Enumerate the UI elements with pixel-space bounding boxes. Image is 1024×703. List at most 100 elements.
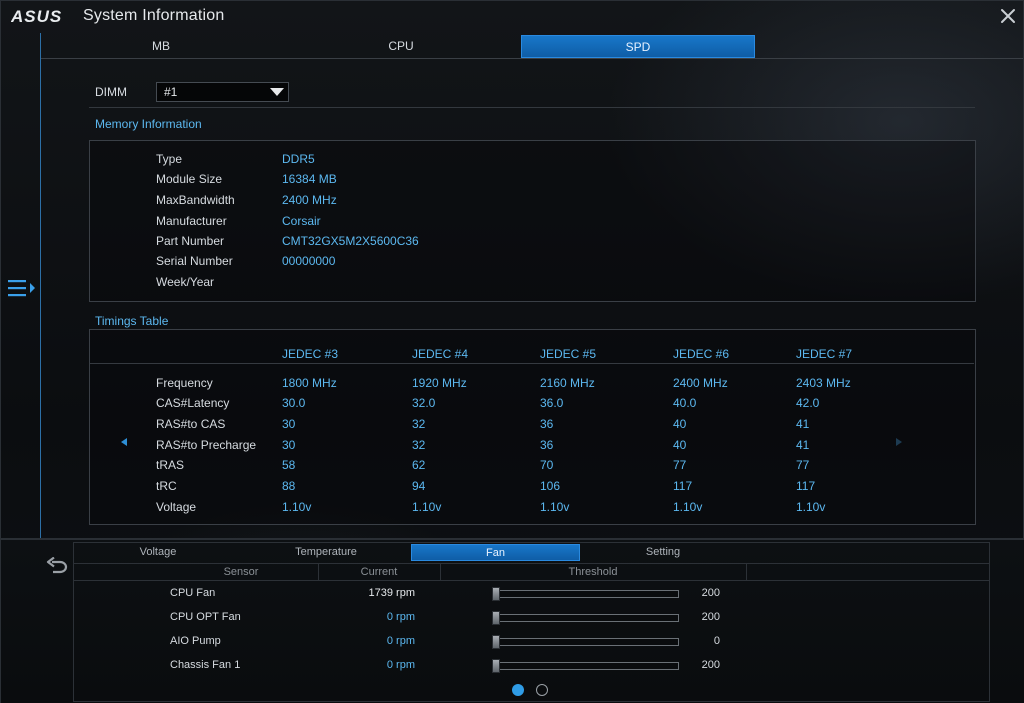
- tab-cpu[interactable]: CPU: [281, 35, 521, 58]
- table-cell: 32: [412, 417, 426, 431]
- chevron-down-icon: [270, 88, 284, 96]
- row-label-cas-latency: CAS#Latency: [156, 396, 230, 410]
- table-cell: 1800 MHz: [282, 376, 337, 390]
- threshold-slider-track[interactable]: [494, 590, 679, 598]
- table-cell: 40: [673, 438, 687, 452]
- col-header-jedec-7: JEDEC #7: [796, 347, 853, 361]
- threshold-slider-handle[interactable]: [492, 611, 500, 625]
- tab-voltage[interactable]: Voltage: [75, 544, 241, 561]
- mi-value-type: DDR5: [282, 152, 315, 166]
- table-cell: 1.10v: [796, 500, 826, 514]
- tab-fan[interactable]: Fan: [411, 544, 580, 561]
- threshold-slider-handle[interactable]: [492, 587, 500, 601]
- fan-current-cpu-opt-fan: 0 rpm: [386, 611, 415, 623]
- table-cell: 30: [282, 417, 296, 431]
- fan-name-cpu-fan: CPU Fan: [170, 587, 216, 599]
- page-dot-1[interactable]: [512, 684, 524, 696]
- threshold-slider-handle[interactable]: [492, 659, 500, 673]
- table-cell: 117: [796, 479, 816, 493]
- asus-logo: ASUS: [11, 7, 61, 25]
- threshold-slider-track[interactable]: [494, 662, 679, 670]
- row-label-tras: tRAS: [156, 458, 185, 472]
- mi-label-max-bandwidth: MaxBandwidth: [156, 193, 235, 207]
- mi-label-part-number: Part Number: [156, 234, 225, 248]
- tab-temperature[interactable]: Temperature: [241, 544, 411, 561]
- table-cell: 36: [540, 417, 554, 431]
- fan-threshold-chassis-fan-1: 200: [701, 659, 720, 671]
- mi-label-type: Type: [156, 152, 183, 166]
- table-cell: 40: [673, 417, 687, 431]
- divider: [89, 107, 975, 108]
- divider: [746, 563, 747, 581]
- row-label-ras-to-precharge: RAS#to Precharge: [156, 438, 257, 452]
- mi-label-serial-number: Serial Number: [156, 254, 233, 268]
- tab-mb[interactable]: MB: [41, 35, 281, 58]
- threshold-slider-track[interactable]: [494, 638, 679, 646]
- dimm-selected-value: #1: [164, 85, 178, 99]
- timings-table-title: Timings Table: [95, 314, 169, 328]
- table-cell: 62: [412, 458, 426, 472]
- table-cell: 2400 MHz: [673, 376, 728, 390]
- table-cell: 94: [412, 479, 426, 493]
- col-header-threshold: Threshold: [568, 566, 618, 578]
- table-cell: 30.0: [282, 396, 306, 410]
- window-title: System Information: [83, 7, 225, 24]
- table-cell: 30: [282, 438, 296, 452]
- table-cell: 32.0: [412, 396, 436, 410]
- table-cell: 42.0: [796, 396, 820, 410]
- fan-threshold-aio-pump: 0: [713, 635, 720, 647]
- table-cell: 77: [796, 458, 810, 472]
- scroll-left-icon[interactable]: [121, 438, 127, 446]
- col-header-jedec-4: JEDEC #4: [412, 347, 469, 361]
- row-label-ras-to-cas: RAS#to CAS: [156, 417, 226, 431]
- col-header-jedec-6: JEDEC #6: [673, 347, 730, 361]
- table-cell: 40.0: [673, 396, 697, 410]
- table-cell: 117: [673, 479, 693, 493]
- title-bar: ASUS System Information: [1, 1, 1024, 33]
- back-arrow-icon[interactable]: [45, 557, 69, 577]
- divider: [90, 363, 974, 364]
- table-cell: 58: [282, 458, 296, 472]
- threshold-slider-track[interactable]: [494, 614, 679, 622]
- table-cell: 2403 MHz: [796, 376, 851, 390]
- mi-value-serial-number: 00000000: [282, 254, 336, 268]
- tab-setting[interactable]: Setting: [580, 544, 746, 561]
- system-information-window: ASUS System Information MB CPU SPD DIMM …: [0, 0, 1024, 703]
- col-header-current: Current: [360, 566, 398, 578]
- top-tab-bar: MB CPU SPD: [41, 35, 1023, 59]
- dimm-label: DIMM: [95, 85, 127, 99]
- col-header-jedec-5: JEDEC #5: [540, 347, 597, 361]
- fan-name-aio-pump: AIO Pump: [170, 635, 221, 647]
- close-icon[interactable]: [999, 7, 1017, 25]
- tab-spd[interactable]: SPD: [521, 35, 755, 58]
- fan-name-chassis-fan-1: Chassis Fan 1: [170, 659, 241, 671]
- table-cell: 70: [540, 458, 554, 472]
- table-cell: 36.0: [540, 396, 564, 410]
- threshold-slider-handle[interactable]: [492, 635, 500, 649]
- fan-threshold-cpu-fan: 200: [701, 587, 720, 599]
- menu-expand-icon[interactable]: [7, 277, 37, 299]
- mi-value-module-size: 16384 MB: [282, 172, 337, 186]
- table-cell: 1.10v: [540, 500, 570, 514]
- table-cell: 106: [540, 479, 561, 493]
- col-header-sensor: Sensor: [223, 566, 259, 578]
- mi-value-part-number: CMT32GX5M2X5600C36: [282, 234, 419, 248]
- table-cell: 1.10v: [412, 500, 442, 514]
- table-cell: 1.10v: [673, 500, 703, 514]
- mi-value-max-bandwidth: 2400 MHz: [282, 193, 337, 207]
- page-dot-2[interactable]: [536, 684, 548, 696]
- mi-label-module-size: Module Size: [156, 172, 223, 186]
- scroll-right-icon[interactable]: [896, 438, 902, 446]
- table-cell: 32: [412, 438, 426, 452]
- table-cell: 41: [796, 417, 810, 431]
- fan-current-cpu-fan: 1739 rpm: [368, 587, 415, 599]
- table-cell: 88: [282, 479, 296, 493]
- table-cell: 1920 MHz: [412, 376, 467, 390]
- table-cell: 36: [540, 438, 554, 452]
- table-cell: 41: [796, 438, 810, 452]
- row-label-frequency: Frequency: [156, 376, 213, 390]
- mi-value-manufacturer: Corsair: [282, 214, 321, 228]
- fan-name-cpu-opt-fan: CPU OPT Fan: [170, 611, 241, 623]
- table-cell: 2160 MHz: [540, 376, 595, 390]
- dimm-select[interactable]: #1: [156, 82, 289, 102]
